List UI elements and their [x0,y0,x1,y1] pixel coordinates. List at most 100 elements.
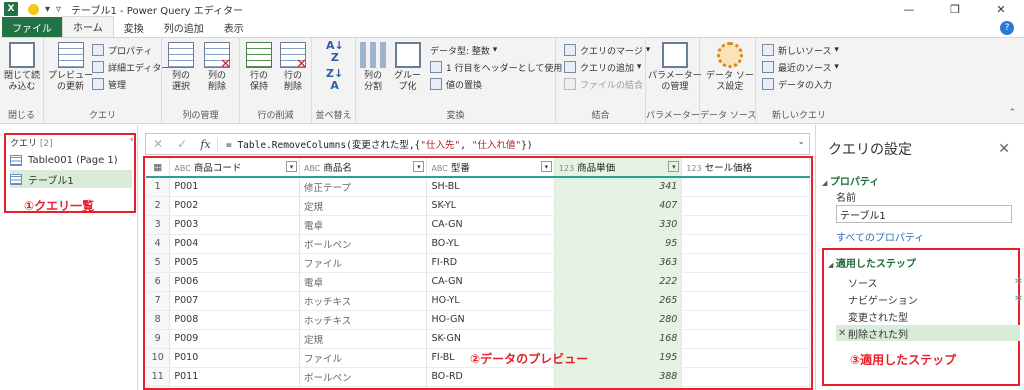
window-title: テーブル1 - Power Query エディター [71,5,244,17]
group-manage-columns: 列の 選択 列の 削除 列の管理 [162,38,240,124]
restore-button[interactable]: ❐ [932,0,978,18]
ribbon-tabs: ファイル ホーム 変換 列の追加 表示 [0,16,1024,38]
gear-icon [716,42,743,68]
expand-formula-icon[interactable]: ⌄ [797,137,805,147]
keep-rows-icon [246,42,272,68]
split-column-icon [360,42,386,68]
ribbon: 閉じて読 み込む 閉じる プレビュー の更新 プロパティ 詳細エディター 管理 … [0,38,1024,124]
data-type-dropdown[interactable]: データ型: 整数 ▾ [430,42,497,58]
step-item[interactable]: ソース ✲ [848,274,1024,290]
combine-files-button[interactable]: ファイルの結合 [564,76,643,92]
split-column-button[interactable]: 列の 分割 [360,42,386,93]
chevron-down-icon: ▾ [831,62,839,72]
remove-columns-icon [204,42,231,70]
data-source-settings-button[interactable]: データ ソー ス設定 [706,42,754,93]
sort-descending-icon: Z↓ A [326,67,344,92]
keep-rows-button[interactable]: 行の 保持 [246,42,272,93]
cancel-icon[interactable]: ✕ [146,137,170,151]
minimize-button[interactable]: — [886,0,932,18]
fx-icon[interactable]: fx [194,137,218,151]
append-icon [564,61,576,73]
customize-icon[interactable]: ▿ [56,4,61,15]
help-icon[interactable]: ? [1000,21,1014,35]
query-settings-pane: クエリの設定 ✕ プロパティ 名前 テーブル1 すべてのプロパティ 適用したステ… [815,125,1024,390]
name-input[interactable]: テーブル1 [836,205,1012,223]
tab-home[interactable]: ホーム [62,16,114,37]
queries-pane: クエリ [2] ‹ Table001 (Page 1) テーブル1 ①クエリ一覧 [0,125,138,390]
refresh-icon [57,42,84,68]
annotation-query-list: ①クエリ一覧 [24,199,95,213]
group-by-icon [394,42,421,68]
delete-step-icon[interactable]: ✕ [838,328,846,339]
collapse-pane-icon[interactable]: ‹ [130,135,134,145]
group-sort: A↓ Z Z↓ A 並べ替え [312,38,356,124]
merge-queries-button[interactable]: クエリのマージ ▾ [564,42,650,58]
remove-columns-button[interactable]: 列の 削除 [204,42,231,93]
tab-view[interactable]: 表示 [214,17,254,37]
close-load-icon [9,42,35,68]
remove-rows-icon [280,42,307,70]
header-icon [430,61,442,73]
recent-sources-button[interactable]: 最近のソース ▾ [762,59,839,75]
tab-transform[interactable]: 変換 [114,17,154,37]
group-parameters: パラメーター の管理 パラメーター [646,38,702,124]
properties-section[interactable]: プロパティ [822,173,879,188]
chevron-down-icon: ▾ [489,45,498,55]
choose-columns-icon [168,42,194,68]
advanced-editor-button[interactable]: 詳細エディター [92,59,170,75]
group-label: 新しいクエリ [771,111,826,121]
tab-add-column[interactable]: 列の追加 [154,17,214,37]
properties-icon [92,44,104,56]
group-query: プレビュー の更新 プロパティ 詳細エディター 管理 クエリ [44,38,170,124]
group-label: データ ソース [700,111,757,121]
settings-title: クエリの設定 [828,142,912,158]
query-item[interactable]: Table001 (Page 1) [10,151,132,169]
choose-columns-button[interactable]: 列の 選択 [168,42,194,93]
chevron-down-icon: ▾ [634,62,642,72]
group-label: パラメーター [646,111,700,121]
table-icon [10,173,22,185]
close-icon[interactable]: ✕ [998,141,1010,157]
gear-icon[interactable]: ✲ [1014,277,1022,287]
remove-rows-button[interactable]: 行の 削除 [280,42,307,93]
title-bar: X ▾ ▿ テーブル1 - Power Query エディター — ❐ ✕ [0,0,1024,18]
applied-steps-section[interactable]: 適用したステップ [828,255,916,270]
editor-icon [92,61,104,73]
append-queries-button[interactable]: クエリの追加 ▾ [564,59,641,75]
tab-file[interactable]: ファイル [2,17,62,37]
group-reduce-rows: 行の 保持 行の 削除 行の削減 [240,38,312,124]
formula-input[interactable]: = Table.RemoveColumns(変更された型,{"仕入先", "仕入… [218,137,533,151]
group-label: 結合 [591,111,610,121]
group-label: クエリ [88,111,116,121]
enter-data-button[interactable]: データの入力 [762,76,832,92]
sort-descending-button[interactable]: Z↓ A [326,68,343,92]
annotation-data-preview: ②データのプレビュー [470,352,589,366]
manage-icon [92,78,104,90]
check-icon[interactable]: ✓ [170,137,194,151]
refresh-preview-button[interactable]: プレビュー の更新 [48,42,93,93]
use-first-row-header-button[interactable]: 1 行目をヘッダーとして使用 ▾ [430,59,570,75]
step-item[interactable]: ✕ 削除された列 [836,325,1020,341]
dropdown-icon[interactable]: ▾ [45,4,50,15]
chevron-down-icon: ▾ [831,45,839,55]
new-source-icon [762,44,774,56]
manage-button[interactable]: 管理 [92,76,126,92]
all-properties-link[interactable]: すべてのプロパティ [836,229,924,244]
recent-sources-icon [762,61,774,73]
smiley-icon[interactable] [28,3,39,15]
group-by-button[interactable]: グルー プ化 [394,42,421,93]
close-and-load-button[interactable]: 閉じて読 み込む [4,42,40,93]
group-label: 閉じる [7,111,35,121]
step-item[interactable]: 変更された型 [848,308,1024,324]
manage-parameters-button[interactable]: パラメーター の管理 [648,42,702,93]
group-transform: 列の 分割 グルー プ化 データ型: 整数 ▾ 1 行目をヘッダーとして使用 ▾… [356,38,570,124]
replace-values-button[interactable]: 値の置換 [430,76,482,92]
step-item[interactable]: ナビゲーション ✲ [848,291,1024,307]
gear-icon[interactable]: ✲ [1014,294,1022,304]
new-source-button[interactable]: 新しいソース ▾ [762,42,839,58]
sort-ascending-button[interactable]: A↓ Z [326,40,344,64]
query-item[interactable]: テーブル1 [10,170,132,188]
properties-button[interactable]: プロパティ [92,42,152,58]
close-button[interactable]: ✕ [978,0,1024,18]
chevron-up-icon[interactable]: ⌃ [1008,108,1016,118]
